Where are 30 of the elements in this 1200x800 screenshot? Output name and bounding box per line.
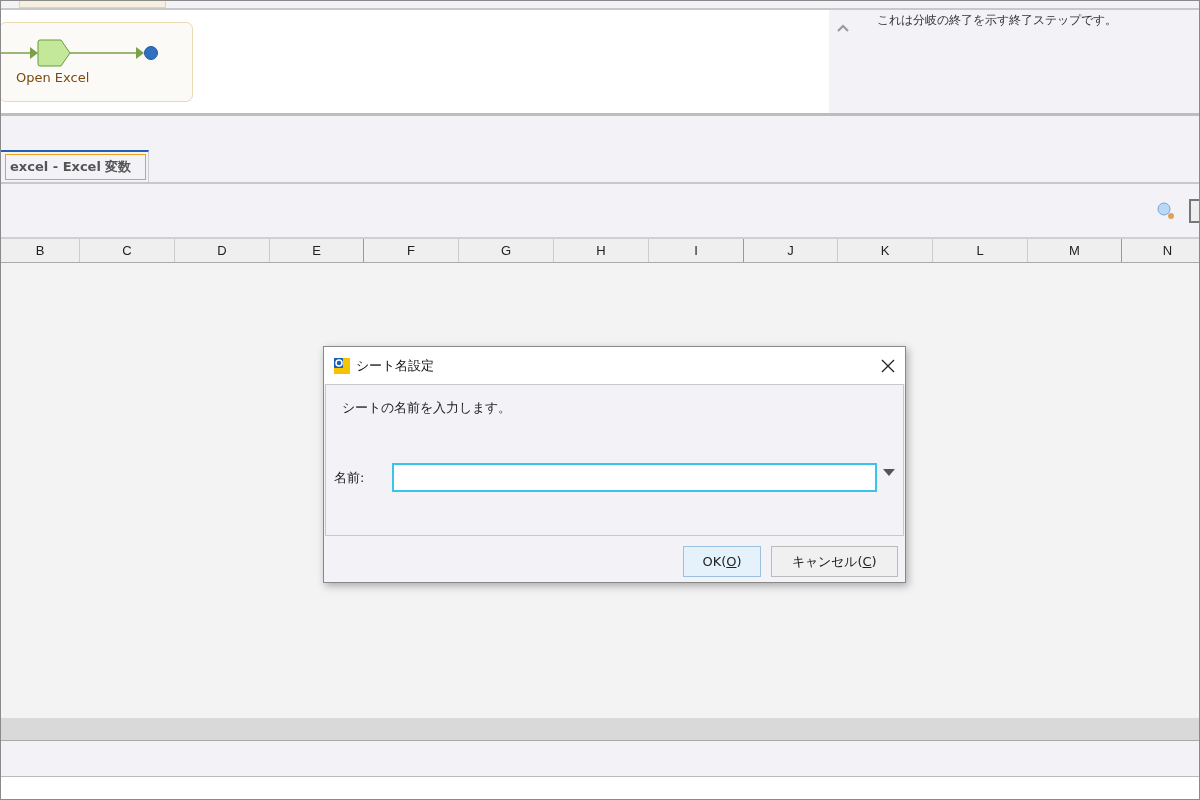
column-header[interactable]: G [459,239,554,262]
dialog-title: シート名設定 [356,356,435,375]
dialog-message: シートの名前を入力します。 [342,399,512,417]
close-button[interactable] [881,358,895,373]
app-logo-icon [334,357,350,374]
field-label: 名前: [334,468,366,487]
column-header[interactable]: K [838,239,933,262]
column-header[interactable]: H [554,239,649,262]
name-input-field[interactable] [391,463,878,492]
cancel-button[interactable]: キャンセル(C) [771,546,898,577]
column-header[interactable]: L [933,239,1028,262]
column-header[interactable]: E [270,239,364,262]
dropdown-caret-icon[interactable] [883,469,895,476]
ok-button[interactable]: OK(O) [683,546,761,577]
column-header[interactable]: N [1122,239,1199,262]
column-header[interactable]: D [175,239,270,262]
column-header[interactable]: I [649,239,744,262]
chevron-up-icon[interactable] [837,24,849,32]
panel-icon[interactable] [1189,198,1199,223]
column-header[interactable]: F [364,239,459,262]
tab-remnant[interactable] [19,1,166,8]
scrollbar-track[interactable] [1,718,1199,741]
variable-tab[interactable]: excel - Excel 変数 [1,150,150,182]
column-header[interactable]: C [80,239,175,262]
column-header[interactable]: B [1,239,80,262]
column-header[interactable]: J [744,239,838,262]
step-label: Open Excel [16,70,90,85]
zoom-icon[interactable] [1157,201,1175,220]
description-text: これは分岐の終了を示す終了ステップです。 [877,12,1117,29]
column-header[interactable]: M [1028,239,1122,262]
